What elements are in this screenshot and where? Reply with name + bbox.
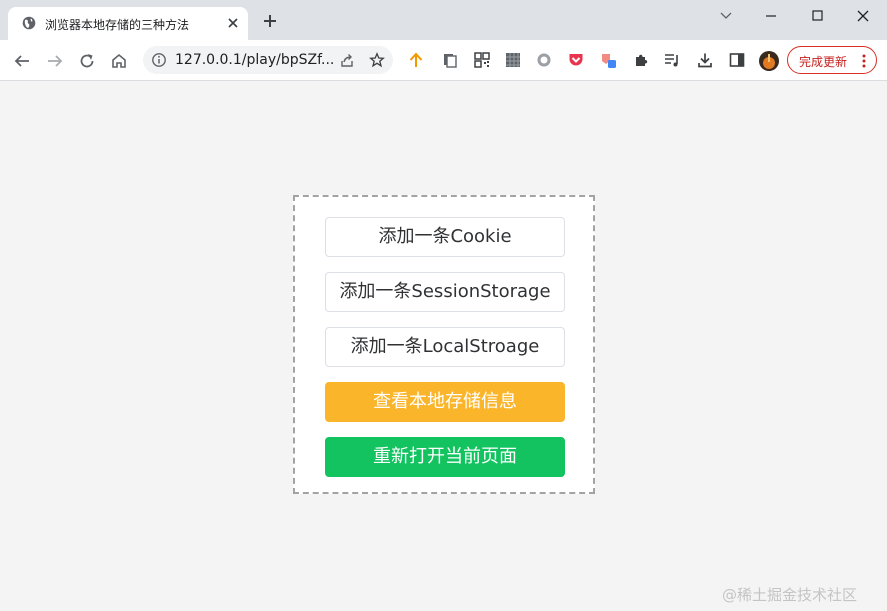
extensions-puzzle-icon[interactable] [633, 52, 649, 68]
side-panel-icon[interactable] [729, 52, 745, 68]
minimize-icon[interactable] [757, 6, 785, 26]
back-icon[interactable] [13, 52, 31, 70]
pocket-icon[interactable] [568, 52, 584, 68]
tab-search-icon[interactable] [712, 6, 740, 26]
address-bar[interactable]: 127.0.0.1/play/bpSZf... [143, 46, 393, 74]
update-button-label: 完成更新 [799, 55, 848, 69]
upload-arrow-extension-icon[interactable] [408, 52, 424, 68]
view-storage-info-button[interactable]: 查看本地存储信息 [325, 382, 565, 422]
download-icon[interactable] [697, 52, 713, 68]
update-button[interactable]: 完成更新 [787, 46, 877, 74]
close-tab-icon[interactable] [226, 16, 240, 30]
more-menu-icon[interactable] [860, 53, 868, 69]
copy-extension-icon[interactable] [442, 52, 458, 68]
reload-icon[interactable] [78, 52, 96, 70]
qr-code-icon[interactable] [474, 52, 490, 68]
new-tab-icon[interactable] [262, 13, 278, 29]
tab-strip: 浏览器本地存储的三种方法 [0, 0, 887, 40]
media-playlist-icon[interactable] [664, 52, 680, 68]
storage-demo-panel: 添加一条Cookie 添加一条SessionStorage 添加一条LocalS… [293, 195, 595, 494]
site-info-icon[interactable] [151, 52, 167, 68]
close-window-icon[interactable] [849, 6, 877, 26]
record-extension-icon[interactable] [536, 52, 552, 68]
tab-title: 浏览器本地存储的三种方法 [45, 18, 190, 32]
url-text[interactable]: 127.0.0.1/play/bpSZf... [175, 52, 334, 68]
reopen-page-button[interactable]: 重新打开当前页面 [325, 437, 565, 477]
pattern-extension-icon[interactable] [505, 52, 521, 68]
add-cookie-button[interactable]: 添加一条Cookie [325, 217, 565, 257]
watermark: @稀土掘金技术社区 [722, 586, 858, 604]
avatar[interactable] [759, 51, 779, 71]
browser-tab[interactable]: 浏览器本地存储的三种方法 [8, 7, 248, 40]
maximize-icon[interactable] [803, 6, 831, 26]
share-icon[interactable] [339, 52, 355, 68]
bookmark-star-icon[interactable] [369, 52, 385, 68]
home-icon[interactable] [110, 52, 128, 70]
forward-icon[interactable] [46, 52, 64, 70]
add-session-storage-button[interactable]: 添加一条SessionStorage [325, 272, 565, 312]
add-local-storage-button[interactable]: 添加一条LocalStroage [325, 327, 565, 367]
browser-toolbar: 127.0.0.1/play/bpSZf... 完成更新 [0, 40, 887, 81]
globe-icon [22, 16, 36, 30]
translate-extension-icon[interactable] [600, 52, 616, 68]
